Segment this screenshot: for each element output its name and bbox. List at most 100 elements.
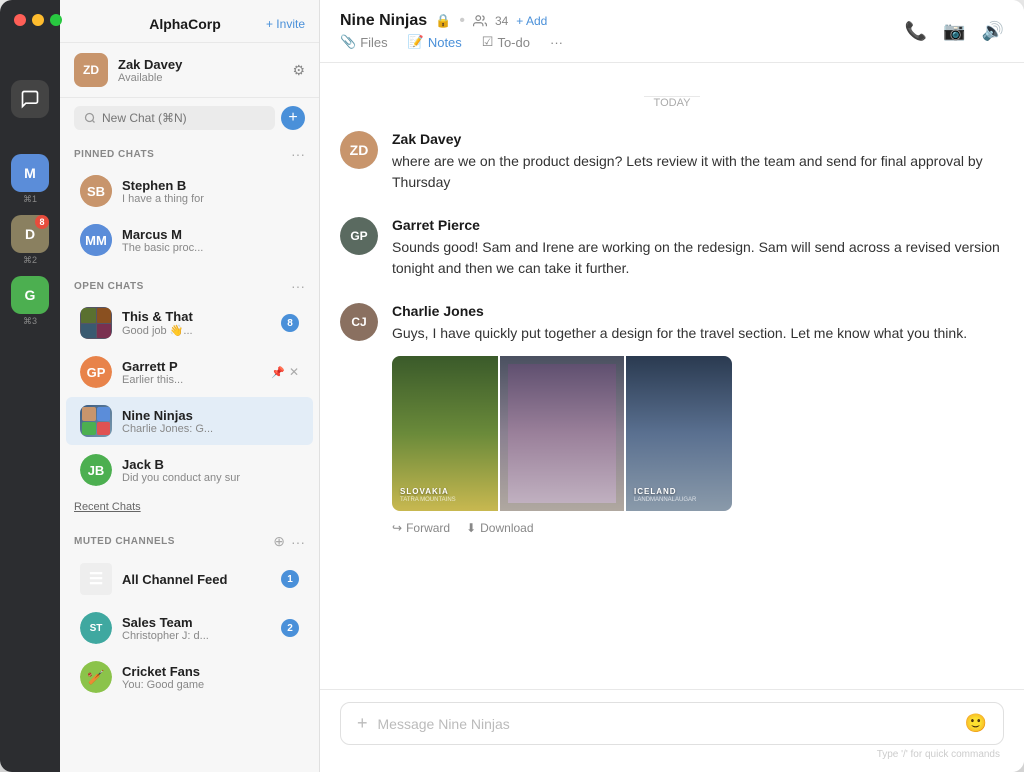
travel-sublabel-slovakia: TATRA MOUNTAINS — [400, 497, 490, 503]
tab-more[interactable]: ··· — [550, 34, 563, 50]
tab-files[interactable]: 📎 Files — [340, 34, 388, 50]
add-attachment-icon[interactable]: + — [357, 713, 368, 734]
garret-pierce-message-header: Garret Pierce — [392, 217, 1004, 233]
travel-image-attachment: SLOVAKIA TATRA MOUNTAINS ICELAND LANDMAN… — [392, 356, 732, 511]
garrett-p-preview: Earlier this... — [122, 374, 261, 386]
muted-channel-sales-team[interactable]: ST Sales Team Christopher J: d... 2 — [66, 604, 313, 652]
muted-channels-label: MUTED CHANNELS — [74, 536, 175, 547]
muted-channels-menu-icon[interactable]: ··· — [291, 534, 305, 550]
charlie-jones-message-text: Guys, I have quickly put together a desi… — [392, 323, 1004, 344]
add-members-button[interactable]: + Add — [516, 14, 547, 28]
separator: • — [459, 12, 465, 30]
date-divider: TODAY — [340, 93, 1004, 111]
open-chats-label: OPEN CHATS — [74, 281, 144, 292]
message-input[interactable] — [378, 716, 955, 732]
open-chats-menu-icon[interactable]: ··· — [291, 278, 305, 294]
search-input-wrapper[interactable] — [74, 106, 275, 130]
invite-button[interactable]: + Invite — [266, 17, 305, 31]
muted-channels-section-header: MUTED CHANNELS ⊕ ··· — [60, 525, 319, 554]
marcus-m-name: Marcus M — [122, 227, 299, 242]
stephen-b-preview: I have a thing for — [122, 193, 299, 205]
open-chat-nine-ninjas[interactable]: Nine Ninjas Charlie Jones: G... — [66, 397, 313, 445]
channel-list: AlphaCorp + Invite ZD Zak Davey Availabl… — [60, 0, 320, 772]
garret-pierce-message-avatar: GP — [340, 217, 378, 255]
charlie-jones-message-content: Charlie Jones Guys, I have quickly put t… — [392, 303, 1004, 535]
sidebar-item-chat[interactable] — [11, 80, 49, 118]
nine-ninjas-avatar — [80, 405, 112, 437]
video-icon[interactable]: 📷 — [943, 21, 965, 42]
notes-icon: 📝 — [408, 34, 424, 50]
open-chat-jack-b[interactable]: JB Jack B Did you conduct any sur — [66, 446, 313, 494]
cricket-fans-info: Cricket Fans You: Good game — [122, 664, 299, 691]
chat-actions: 📞 📷 🔊 — [905, 21, 1004, 42]
pinned-chats-label: PINNED CHATS — [74, 149, 154, 160]
zak-davey-message-header: Zak Davey — [392, 131, 1004, 147]
workspace-g-label: ⌘3 — [23, 316, 37, 327]
chat-title-row: Nine Ninjas 🔒 • 34 + Add — [340, 12, 563, 30]
open-chat-garrett-p[interactable]: GP Garrett P Earlier this... 📌 ✕ — [66, 348, 313, 396]
workspace-d-badge: 8 — [35, 215, 49, 229]
sidebar-item-workspace-m[interactable]: M — [11, 154, 49, 192]
current-user-info: Zak Davey Available — [118, 57, 282, 84]
chat-top-bar: Nine Ninjas 🔒 • 34 + Add 📎 Files 📝 Notes — [320, 0, 1024, 63]
jack-b-info: Jack B Did you conduct any sur — [122, 457, 299, 484]
messages-area: TODAY ZD Zak Davey where are we on the p… — [320, 63, 1024, 689]
zak-davey-author: Zak Davey — [392, 131, 461, 147]
charlie-jones-message-header: Charlie Jones — [392, 303, 1004, 319]
cricket-fans-name: Cricket Fans — [122, 664, 299, 679]
tab-notes[interactable]: 📝 Notes — [408, 34, 462, 50]
chat-tabs: 📎 Files 📝 Notes ☑ To-do ··· — [340, 34, 563, 50]
tab-todo[interactable]: ☑ To-do — [482, 34, 530, 50]
garrett-p-close-icon[interactable]: ✕ — [289, 365, 299, 379]
jack-b-name: Jack B — [122, 457, 299, 472]
muted-channels-settings-icon[interactable]: ⊕ — [273, 533, 285, 550]
settings-icon[interactable]: ⚙ — [292, 62, 305, 79]
muted-channel-all-feed[interactable]: ☰ All Channel Feed 1 — [66, 555, 313, 603]
forward-button[interactable]: ↪ Forward — [392, 521, 450, 535]
pinned-chat-stephen-b[interactable]: SB Stephen B I have a thing for — [66, 167, 313, 215]
pinned-chats-menu-icon[interactable]: ··· — [291, 146, 305, 162]
company-name: AlphaCorp — [149, 16, 221, 32]
this-and-that-preview: Good job 👋... — [122, 324, 271, 337]
new-chat-button[interactable]: + — [281, 106, 305, 130]
recent-chats-link[interactable]: Recent Chats — [60, 495, 319, 519]
message-garret-pierce: GP Garret Pierce Sounds good! Sam and Ir… — [340, 217, 1004, 279]
jack-b-avatar: JB — [80, 454, 112, 486]
open-chat-this-and-that[interactable]: This & That Good job 👋... 8 — [66, 299, 313, 347]
stephen-b-info: Stephen B I have a thing for — [122, 178, 299, 205]
garret-pierce-message-text: Sounds good! Sam and Irene are working o… — [392, 237, 1004, 279]
sidebar-item-workspace-g[interactable]: G — [11, 276, 49, 314]
garrett-p-name: Garrett P — [122, 359, 261, 374]
volume-icon[interactable]: 🔊 — [982, 21, 1004, 42]
garret-pierce-author: Garret Pierce — [392, 217, 480, 233]
close-window-button[interactable] — [14, 14, 26, 26]
travel-panel-iceland: ICELAND LANDMANNALAUGAR — [626, 356, 732, 511]
channel-header: AlphaCorp + Invite — [60, 0, 319, 43]
zak-davey-message-content: Zak Davey where are we on the product de… — [392, 131, 1004, 193]
forward-icon: ↪ — [392, 521, 402, 535]
date-divider-text: TODAY — [644, 96, 701, 109]
search-icon — [84, 112, 96, 124]
stephen-b-avatar: SB — [80, 175, 112, 207]
download-button[interactable]: ⬇ Download — [466, 521, 533, 535]
garrett-p-meta: 📌 ✕ — [271, 365, 299, 379]
all-channel-feed-info: All Channel Feed — [122, 572, 271, 587]
workspace-m-label: ⌘1 — [23, 194, 37, 205]
muted-channel-cricket-fans[interactable]: 🏏 Cricket Fans You: Good game — [66, 653, 313, 701]
phone-icon[interactable]: 📞 — [905, 21, 927, 42]
message-input-wrapper: + 🙂 — [340, 702, 1004, 745]
marcus-m-avatar: MM — [80, 224, 112, 256]
pinned-chat-marcus-m[interactable]: MM Marcus M The basic proc... — [66, 216, 313, 264]
cricket-fans-avatar: 🏏 — [80, 661, 112, 693]
sales-team-badge: 2 — [281, 619, 299, 637]
emoji-icon[interactable]: 🙂 — [965, 713, 987, 734]
sales-team-avatar: ST — [80, 612, 112, 644]
marcus-m-preview: The basic proc... — [122, 242, 299, 254]
maximize-window-button[interactable] — [50, 14, 62, 26]
download-icon: ⬇ — [466, 521, 476, 535]
all-channel-feed-avatar: ☰ — [80, 563, 112, 595]
search-input[interactable] — [102, 111, 265, 125]
minimize-window-button[interactable] — [32, 14, 44, 26]
travel-label-slovakia: SLOVAKIA — [400, 487, 490, 496]
members-count: 34 — [495, 14, 508, 28]
